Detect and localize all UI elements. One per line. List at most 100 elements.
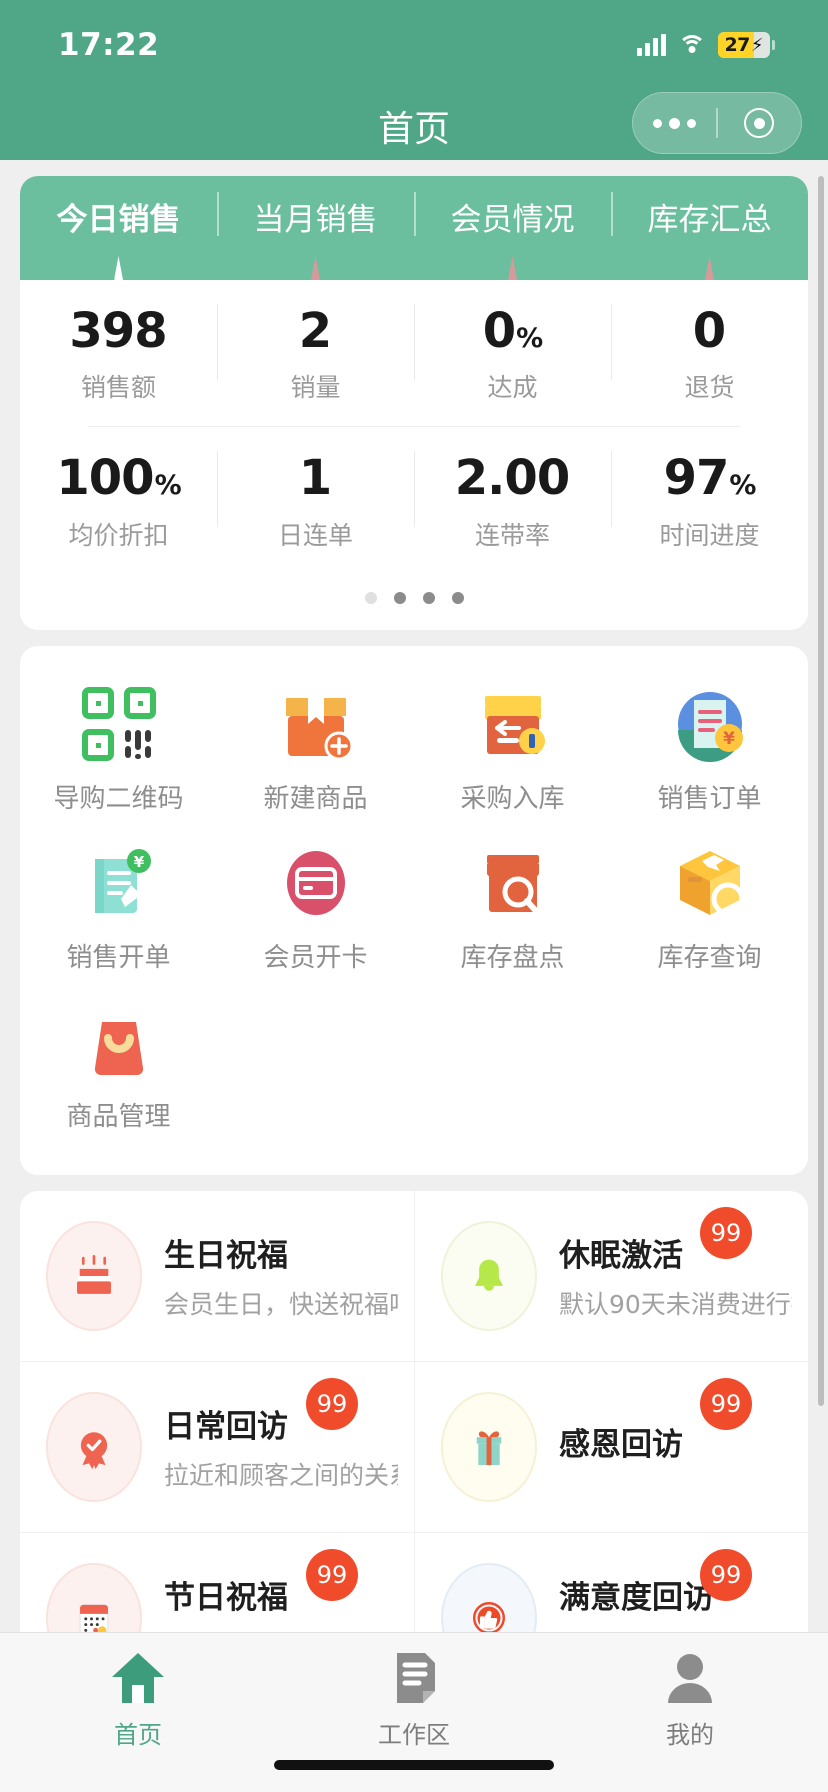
stat-caption: 均价折扣 [68, 520, 169, 550]
shortcut-label: 销售订单 [657, 783, 762, 814]
list-item-text: 满意度回访 拉近和顾客之间的关系 [559, 1572, 792, 1632]
battery-percent-label: 27 [724, 34, 750, 56]
list-item-title: 日常回访 [164, 1409, 288, 1446]
list-item-title: 满意度回访 [559, 1580, 714, 1617]
shortcut-member-card[interactable]: 会员开卡 [217, 831, 414, 990]
list-item-text: 生日祝福 会员生日，快送祝福吧 [164, 1230, 398, 1321]
stat-unit: % [154, 470, 182, 502]
stat-returns: 0 退货 [611, 280, 808, 426]
stats-tab-strip: 今日销售 当月销售 会员情况 库存汇总 [20, 176, 808, 280]
status-badge: 99 [306, 1377, 358, 1430]
list-item-gratitude-followup[interactable]: 99 感恩回访 [414, 1361, 808, 1532]
status-time: 17:22 [58, 27, 160, 63]
target-circle-icon[interactable] [718, 108, 801, 138]
stat-caption: 日连单 [277, 520, 353, 550]
status-badge: 99 [700, 1548, 752, 1601]
battery-cap [772, 40, 775, 50]
stat-caption: 时间进度 [659, 520, 760, 550]
shortcut-new-product[interactable]: 新建商品 [217, 672, 414, 831]
avatar [46, 1220, 142, 1331]
vertical-scrollbar[interactable] [818, 176, 824, 1406]
stat-sales-amount: 398 销售额 [20, 280, 217, 426]
list-item-desc: 默认90天未消费进行提醒 [559, 1290, 792, 1320]
stat-avg-discount: 100% 均价折扣 [20, 427, 217, 573]
miniprogram-capsule[interactable] [632, 92, 802, 154]
shortcut-sales-billing[interactable]: ¥ 销售开单 [20, 831, 217, 990]
tabbar-item-profile[interactable]: 我的 [552, 1633, 828, 1792]
stat-value: 2.00 [454, 450, 570, 507]
invoice-yuan-icon: ¥ [672, 686, 748, 762]
list-row: 99 日常回访 拉近和顾客之间的关系 99 感恩回访 [20, 1360, 808, 1532]
shortcut-label: 采购入库 [460, 783, 565, 814]
tab-member-status[interactable]: 会员情况 [414, 176, 611, 280]
tabbar-label: 首页 [114, 1721, 162, 1749]
shortcut-inventory-count[interactable]: 库存盘点 [414, 831, 611, 990]
stat-value: 0 [692, 303, 726, 359]
carousel-pager[interactable] [20, 574, 808, 626]
list-item-title: 节日祝福 [164, 1580, 288, 1617]
status-badge: 99 [700, 1377, 752, 1430]
person-icon [660, 1649, 720, 1707]
membership-card-icon [278, 845, 354, 921]
list-item-satisfaction-followup[interactable]: 99 满意度回访 拉近和顾客之间的关系 [414, 1532, 808, 1632]
list-item-text: 日常回访 拉近和顾客之间的关系 [164, 1401, 398, 1492]
shopping-bag-icon [81, 1004, 157, 1080]
tabbar-label: 工作区 [378, 1721, 450, 1749]
stat-value: 2 [298, 303, 332, 359]
shortcut-label: 库存查询 [657, 942, 762, 973]
status-indicators: 27 ⚡ [637, 32, 775, 58]
shortcut-product-management[interactable]: 商品管理 [20, 990, 217, 1149]
list-item-dormant-reactivate[interactable]: 99 休眠激活 默认90天未消费进行提醒 [414, 1190, 808, 1361]
shortcut-label: 会员开卡 [263, 942, 368, 973]
stat-unit: % [729, 470, 756, 502]
shortcut-purchase-inbound[interactable]: 采购入库 [414, 672, 611, 831]
app-screen: 17:22 27 ⚡ 首页 今日销售 当月销售 会员情况 库存汇总 398 销售… [0, 0, 828, 1792]
list-item-desc: 拉近和顾客之间的关系 [164, 1461, 398, 1491]
list-item-title: 生日祝福 [164, 1238, 288, 1275]
tab-label: 会员情况 [450, 202, 575, 238]
calendar-bell-icon [79, 1604, 109, 1632]
avatar [441, 1562, 537, 1632]
list-item-text: 休眠激活 默认90天未消费进行提醒 [559, 1230, 792, 1321]
box-plus-icon [278, 686, 354, 762]
list-item-text: 节日祝福 节日送上祝福，温暖会员 [164, 1572, 398, 1632]
list-item-holiday-wish[interactable]: 99 节日祝福 [20, 1533, 414, 1632]
shortcut-grid: 导购二维码 新建商品 采购入库 ¥ 销售订单 ¥ 销售开单 会员开卡 库存盘点 … [20, 672, 808, 1149]
stat-value: 97 [663, 450, 730, 507]
tab-indicator [705, 256, 714, 280]
list-item-desc: 会员生日，快送祝福吧 [164, 1290, 398, 1320]
pager-dot[interactable] [364, 591, 377, 604]
list-item-birthday-wish[interactable]: 生日祝福 会员生日，快送祝福吧 [20, 1191, 414, 1361]
shortcut-sales-order[interactable]: ¥ 销售订单 [611, 672, 808, 831]
stat-caption: 退货 [684, 373, 735, 403]
stat-caption: 销量 [290, 373, 341, 403]
charging-bolt-icon: ⚡ [750, 34, 764, 56]
tab-month-sales[interactable]: 当月销售 [217, 176, 414, 280]
member-care-list-card: 生日祝福 会员生日，快送祝福吧 99 休眠激活 默认90天未消费进行提醒 [20, 1190, 808, 1632]
cellular-signal-icon [637, 34, 666, 56]
scroll-body[interactable]: 今日销售 当月销售 会员情况 库存汇总 398 销售额 2 销量 0% 达成 0… [0, 160, 828, 1632]
pager-dot[interactable] [393, 591, 406, 604]
pager-dot[interactable] [451, 591, 464, 604]
pager-dot[interactable] [422, 591, 435, 604]
tab-inventory-summary[interactable]: 库存汇总 [611, 176, 808, 280]
wifi-icon [678, 34, 706, 56]
gift-box-icon [476, 1431, 502, 1465]
shortcut-label: 销售开单 [66, 942, 171, 973]
stat-caption: 连带率 [474, 520, 550, 550]
status-badge: 99 [306, 1548, 358, 1601]
shortcut-inventory-query[interactable]: 库存查询 [611, 831, 808, 990]
shortcut-guide-qrcode[interactable]: 导购二维码 [20, 672, 217, 831]
stat-value: 398 [69, 303, 167, 359]
shop-inbound-icon [475, 686, 551, 762]
list-item-daily-followup[interactable]: 99 日常回访 拉近和顾客之间的关系 [20, 1362, 414, 1532]
tab-today-sales[interactable]: 今日销售 [20, 176, 217, 280]
tab-indicator [114, 256, 123, 280]
tabbar-item-home[interactable]: 首页 [0, 1633, 276, 1792]
home-icon [108, 1649, 168, 1707]
avatar [441, 1391, 537, 1502]
clipboard-edit-yuan-icon: ¥ [81, 845, 157, 921]
nav-bar: 首页 [0, 92, 828, 154]
thumbs-up-icon [472, 1601, 506, 1632]
more-dots-icon[interactable] [633, 117, 716, 129]
